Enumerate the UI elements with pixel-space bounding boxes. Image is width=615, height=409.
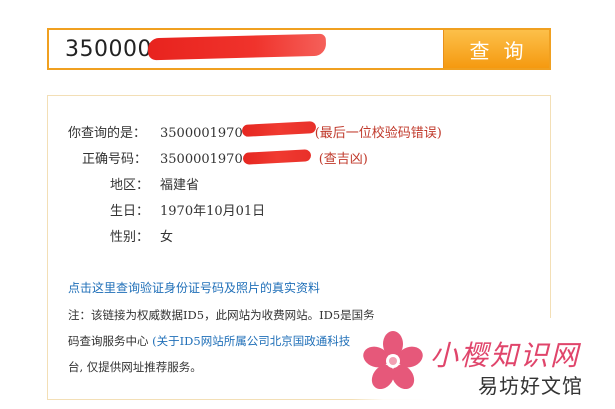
redaction-mark	[147, 33, 327, 61]
correct-value: 3500001970	[160, 152, 243, 167]
correct-label: 正确号码：	[82, 152, 148, 167]
id5-company-link[interactable]: (关于ID5网站所属公司北京国政通科技	[152, 334, 350, 348]
birthday-label: 生日：	[110, 204, 150, 219]
region-row: 地区： 福建省	[110, 174, 199, 193]
watermark-subtitle: 易坊好文馆	[478, 374, 583, 398]
checksum-error-note: (最后一位校验码错误)	[314, 126, 442, 141]
region-value: 福建省	[160, 178, 200, 193]
query-label: 你查询的是：	[68, 126, 147, 141]
birthday-value: 1970年10月01日	[160, 204, 266, 219]
watermark-title: 小樱知识网	[430, 339, 581, 372]
query-row: 你查询的是： 3500001970 (最后一位校验码错误)	[68, 122, 442, 141]
verify-id-link[interactable]: 点击这里查询验证身份证号码及照片的真实资料	[68, 279, 320, 296]
correct-row: 正确号码： 3500001970 (查吉凶)	[82, 148, 368, 167]
region-label: 地区：	[110, 178, 150, 193]
fortune-link[interactable]: (查吉凶)	[319, 152, 368, 167]
note-line-2-text: 码查询服务中心	[68, 334, 149, 348]
query-value: 3500001970	[160, 126, 243, 141]
note-line-1-text: 注：该链接为权威数据ID5，此网站为收费网站。ID5是国	[68, 308, 364, 322]
gender-label: 性别：	[110, 230, 150, 245]
birthday-row: 生日： 1970年10月01日	[110, 200, 265, 219]
gender-row: 性别： 女	[110, 226, 173, 245]
gender-value: 女	[160, 230, 174, 245]
search-button[interactable]: 查询	[443, 30, 549, 68]
sakura-logo-icon	[363, 331, 423, 390]
